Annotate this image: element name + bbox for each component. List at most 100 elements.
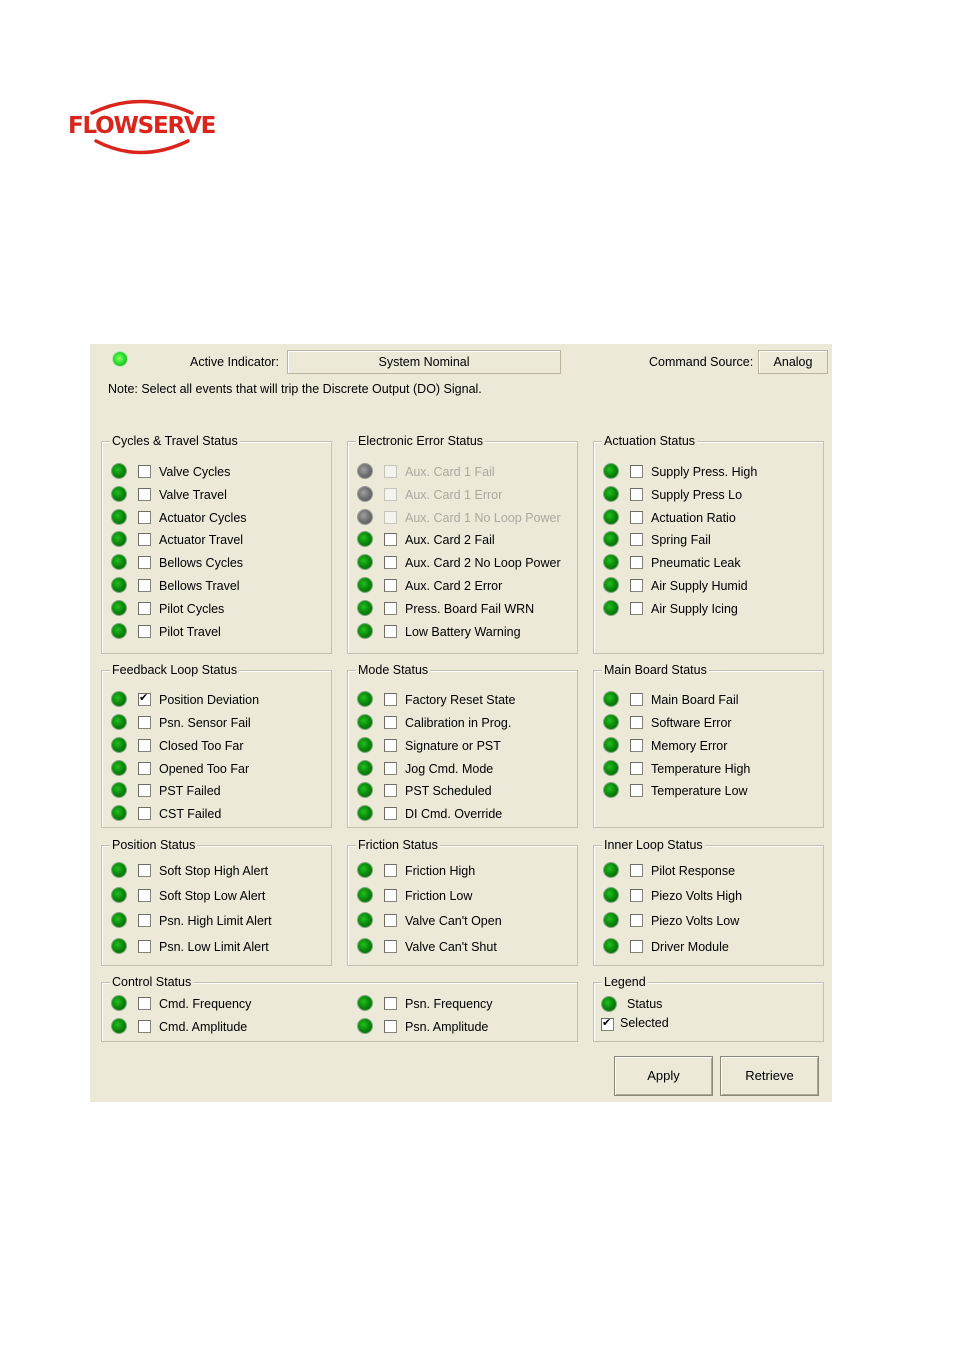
event-checkbox[interactable]: [384, 997, 397, 1010]
event-checkbox[interactable]: [138, 716, 151, 729]
note-text: Note: Select all events that will trip t…: [108, 382, 482, 396]
event-label: Soft Stop High Alert: [159, 864, 269, 878]
event-label: Position Deviation: [159, 693, 260, 707]
event-checkbox[interactable]: [138, 739, 151, 752]
event-checkbox[interactable]: [630, 716, 643, 729]
event-checkbox[interactable]: [138, 579, 151, 592]
event-checkbox[interactable]: [384, 807, 397, 820]
event-checkbox[interactable]: [630, 889, 643, 902]
event-label: Friction Low: [405, 889, 473, 903]
status-led: [604, 863, 618, 877]
event-checkbox[interactable]: [138, 784, 151, 797]
event-checkbox[interactable]: [384, 940, 397, 953]
retrieve-button[interactable]: Retrieve: [720, 1056, 819, 1096]
event-checkbox[interactable]: [138, 997, 151, 1010]
inner-loop-group: Inner Loop Status Pilot Response Piezo Vo…: [593, 837, 824, 966]
do-config-panel: Active Indicator: System Nominal Command…: [90, 344, 832, 1102]
status-led: [358, 761, 372, 775]
event-checkbox[interactable]: [630, 465, 643, 478]
status-led: [112, 939, 126, 953]
event-checkbox[interactable]: [138, 465, 151, 478]
status-led: [604, 761, 618, 775]
status-led: [358, 863, 372, 877]
event-checkbox[interactable]: [138, 511, 151, 524]
active-indicator-field: System Nominal: [287, 350, 561, 374]
status-led: [358, 996, 372, 1010]
event-checkbox[interactable]: [384, 625, 397, 638]
apply-button[interactable]: Apply: [614, 1056, 713, 1096]
event-checkbox[interactable]: [630, 739, 643, 752]
event-checkbox[interactable]: [138, 807, 151, 820]
status-led: [112, 464, 126, 478]
event-checkbox[interactable]: [138, 1020, 151, 1033]
event-checkbox[interactable]: [630, 864, 643, 877]
cycles-travel-group: Cycles & Travel Status Valve Cycles Valve…: [101, 433, 332, 654]
event-label: Spring Fail: [651, 533, 711, 547]
event-checkbox[interactable]: [630, 762, 643, 775]
event-checkbox[interactable]: [138, 691, 151, 706]
event-checkbox[interactable]: [138, 556, 151, 569]
event-label: Psn. Sensor Fail: [159, 716, 251, 730]
event-label: Aux. Card 1 Fail: [405, 465, 495, 479]
command-source-label: Command Source:: [649, 355, 754, 369]
event-checkbox[interactable]: [384, 579, 397, 592]
event-checkbox[interactable]: [630, 693, 643, 706]
group-title: Feedback Loop Status: [110, 662, 240, 678]
event-checkbox[interactable]: [384, 762, 397, 775]
friction-group: Friction Status Friction High Friction Lo…: [347, 837, 578, 966]
event-checkbox[interactable]: [384, 864, 397, 877]
event-checkbox[interactable]: [630, 488, 643, 501]
event-checkbox[interactable]: [630, 533, 643, 546]
event-checkbox[interactable]: [138, 488, 151, 501]
group-title: Mode Status: [356, 662, 431, 678]
event-checkbox[interactable]: [138, 940, 151, 953]
event-checkbox[interactable]: [138, 762, 151, 775]
event-checkbox[interactable]: [384, 556, 397, 569]
event-checkbox[interactable]: [630, 556, 643, 569]
status-led: [112, 1019, 126, 1033]
legend-group: Legend Status Selected: [593, 974, 824, 1042]
status-led: [358, 806, 372, 820]
event-checkbox[interactable]: [630, 579, 643, 592]
event-checkbox[interactable]: [384, 914, 397, 927]
event-checkbox[interactable]: [630, 784, 643, 797]
status-led: [604, 601, 618, 615]
event-checkbox[interactable]: [138, 602, 151, 615]
event-label: Cmd. Amplitude: [159, 1020, 248, 1034]
event-checkbox[interactable]: [138, 914, 151, 927]
event-label: Main Board Fail: [651, 693, 739, 707]
status-led: [604, 464, 618, 478]
event-checkbox[interactable]: [630, 511, 643, 524]
status-led: [604, 738, 618, 752]
event-checkbox[interactable]: [138, 889, 151, 902]
event-checkbox: [384, 511, 397, 524]
electronic-error-group: Electronic Error Status Aux. Card 1 Fail…: [347, 433, 578, 654]
group-title: Friction Status: [356, 837, 440, 853]
event-checkbox[interactable]: [384, 716, 397, 729]
status-led: [604, 532, 618, 546]
event-label: Aux. Card 2 No Loop Power: [405, 556, 561, 570]
status-led: [112, 913, 126, 927]
event-checkbox[interactable]: [384, 533, 397, 546]
status-led: [604, 783, 618, 797]
event-label: PST Scheduled: [405, 784, 492, 798]
event-checkbox[interactable]: [384, 1020, 397, 1033]
status-led: [358, 692, 372, 706]
event-checkbox[interactable]: [138, 533, 151, 546]
event-checkbox[interactable]: [384, 693, 397, 706]
group-title: Cycles & Travel Status: [110, 433, 240, 449]
active-indicator-label: Active Indicator:: [190, 355, 279, 369]
event-checkbox[interactable]: [384, 602, 397, 615]
event-checkbox[interactable]: [384, 784, 397, 797]
event-checkbox[interactable]: [630, 602, 643, 615]
event-label: Psn. Amplitude: [405, 1020, 489, 1034]
event-checkbox[interactable]: [384, 889, 397, 902]
event-checkbox[interactable]: [630, 940, 643, 953]
event-checkbox[interactable]: [138, 864, 151, 877]
event-checkbox[interactable]: [384, 739, 397, 752]
legend-selected-checkbox: [601, 1016, 614, 1031]
event-checkbox[interactable]: [630, 914, 643, 927]
status-led: [604, 715, 618, 729]
event-checkbox[interactable]: [138, 625, 151, 638]
status-led: [112, 532, 126, 546]
